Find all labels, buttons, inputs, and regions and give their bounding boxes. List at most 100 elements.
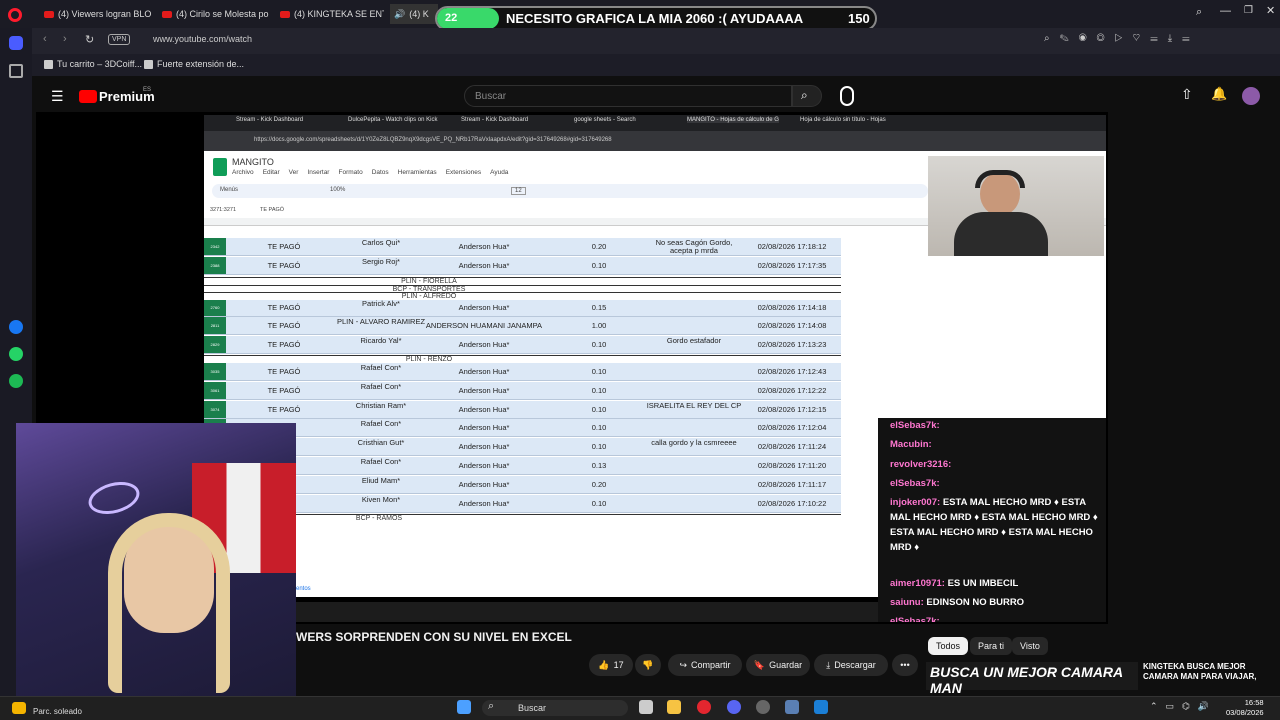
table-row[interactable]: 2811 TE PAGÓ PLIN - ALVARO RAMIREZ ANDERSON… (204, 317, 841, 335)
table-row[interactable]: 2388 TE PAGÓ Sergio Roj* Anderson Hua* 0.10 0… (204, 257, 841, 275)
upload-icon[interactable]: ⇧ (1181, 86, 1193, 103)
browser-tab[interactable]: (4) Viewers logran BLO (40, 4, 156, 24)
reload-icon[interactable]: ↻ (85, 33, 94, 46)
cell-note (644, 457, 744, 458)
table-row[interactable]: 2760 TE PAGÓ Patrick Alv* Anderson Hua* 0.15… (204, 299, 841, 317)
cell-status: TE PAGÓ (267, 367, 301, 376)
bookmark-item[interactable]: Tu carrito – 3DCoiff... (44, 59, 142, 69)
notifications-icon[interactable]: 🔔 (1211, 86, 1227, 102)
youtube-logo-icon[interactable] (79, 90, 97, 103)
separator-label: PLIN - FIORELLA (401, 278, 457, 285)
file-explorer-icon[interactable] (667, 700, 681, 714)
avatar[interactable] (1242, 87, 1260, 105)
chip-visto[interactable]: Visto (1012, 637, 1048, 655)
taskbar-search[interactable]: Buscar (482, 700, 628, 716)
tray-icons[interactable]: ⌃▭⌬🔊 (1150, 701, 1217, 712)
separator-row: BCP - TRANSPORTES (204, 285, 841, 293)
cell-name: Rafael Con* (360, 457, 402, 466)
star-icon[interactable] (9, 64, 23, 78)
cell-note: Gordo estafador (666, 336, 722, 345)
clock-date: 03/08/2026 (1226, 708, 1264, 717)
obs-icon[interactable] (756, 700, 770, 714)
more-button[interactable]: ••• (892, 654, 918, 676)
chat-username[interactable]: elSebas7k: (890, 420, 940, 431)
back-icon[interactable]: ‹ (43, 33, 47, 45)
chat-username[interactable]: injoker007: (890, 497, 940, 508)
table-row[interactable]: Rafael Con* Anderson Hua* 0.10 02/08/2026 1… (204, 419, 841, 437)
recommended-title[interactable]: KINGTEKA BUSCA MEJOR CAMARA MAN PARA VIA… (1143, 662, 1263, 682)
cell-amount: 0.13 (591, 461, 607, 470)
cell-name: Rafael Con* (360, 363, 402, 372)
chat-username[interactable]: aimer10971: (890, 578, 945, 589)
cell-payee: Anderson Hua* (458, 261, 510, 270)
cell-payee: ANDERSON HUAMANI JANAMPA (425, 321, 543, 330)
cell-name: Christian Ram* (355, 401, 407, 410)
cell-name: Eliud Mam* (361, 476, 401, 485)
table-row[interactable]: Rafael Con* Anderson Hua* 0.13 02/08/2026 1… (204, 457, 841, 475)
settings-icon[interactable] (785, 700, 799, 714)
table-row[interactable]: 2829 TE PAGÓ Ricardo Yal* Anderson Hua* 0.10… (204, 336, 841, 354)
url-field[interactable]: www.youtube.com/watch (153, 34, 252, 44)
inner-taskbar (296, 602, 878, 622)
home-icon[interactable] (9, 36, 23, 50)
vpn-badge[interactable]: VPN (108, 34, 131, 45)
cell-date: 02/08/2026 17:18:12 (757, 242, 827, 251)
opera-taskbar-icon[interactable] (697, 700, 711, 714)
download-label: Descargar (834, 660, 876, 670)
cell-name: Rafael Con* (360, 382, 402, 391)
cell-date: 02/08/2026 17:14:18 (757, 303, 827, 312)
table-row[interactable]: 3074 TE PAGÓ Christian Ram* Anderson Hua* 0.… (204, 401, 841, 419)
recommended-thumbnail[interactable]: BUSCA UN MEJOR CAMARA MAN (926, 662, 1138, 696)
cell-payee: Anderson Hua* (458, 480, 510, 489)
save-button[interactable]: 🔖 Guardar (746, 654, 810, 676)
cell-row-number: 2388 (204, 257, 226, 274)
browser-tab[interactable]: (4) KINGTEKA SE ENTERA (276, 4, 384, 24)
opera-logo-icon[interactable] (8, 8, 22, 22)
youtube-icon (280, 10, 290, 18)
chip-para-ti[interactable]: Para ti (970, 637, 1013, 655)
search-input[interactable]: Buscar (464, 85, 792, 107)
banner-count: 22 (437, 8, 499, 29)
table-row[interactable]: Eliud Mam* Anderson Hua* 0.20 02/08/2026 17… (204, 476, 841, 494)
task-view-icon[interactable] (639, 700, 653, 714)
table-row[interactable]: 3035 TE PAGÓ Rafael Con* Anderson Hua* 0.10 0… (204, 363, 841, 381)
browser-tab-active[interactable]: 🔊 (4) K (390, 4, 438, 24)
discord-icon[interactable] (727, 700, 741, 714)
chat-username[interactable]: Macubin: (890, 439, 932, 450)
app-icon[interactable] (814, 700, 828, 714)
chip-todos[interactable]: Todos (928, 637, 969, 655)
search-button[interactable]: ⌕ (792, 85, 822, 107)
like-button[interactable]: 👍 17 (589, 654, 633, 676)
spotify-icon[interactable] (9, 374, 23, 388)
table-row[interactable]: Cristhian Gut* Anderson Hua* 0.10 calla gor… (204, 438, 841, 456)
weather-text: Parc. soleado (33, 707, 82, 716)
minimize-icon[interactable]: — (1220, 5, 1231, 17)
dislike-button[interactable]: 👎 (635, 654, 661, 676)
cell-row-number: 2760 (204, 299, 226, 316)
microphone-icon[interactable] (840, 86, 854, 106)
bookmark-item[interactable]: Fuerte extensión de... (144, 59, 244, 69)
cell-note (644, 476, 744, 477)
forward-icon[interactable]: › (63, 33, 67, 45)
share-button[interactable]: ↪ Compartir (668, 654, 742, 676)
whatsapp-icon[interactable] (9, 347, 23, 361)
close-icon[interactable]: ✕ (1266, 4, 1275, 17)
menu-item: Herramientas (397, 169, 437, 176)
cell-note: calla gordo y la csmreeee (651, 438, 737, 447)
maximize-icon[interactable]: ❐ (1244, 5, 1253, 16)
chat-username[interactable]: saiunu: (890, 597, 924, 608)
chat-username[interactable]: revolver3216: (890, 459, 951, 470)
messenger-icon[interactable] (9, 320, 23, 334)
extension-icons[interactable]: ⌕✎◉◎▷♡☰⤓☰ (1044, 33, 1200, 44)
menu-icon[interactable]: ☰ (51, 88, 64, 105)
chat-username[interactable]: elSebas7k: (890, 478, 940, 489)
taskbar-clock[interactable]: 16:58 03/08/2026 (1226, 698, 1264, 718)
windows-start-icon[interactable] (457, 700, 471, 714)
table-row[interactable]: Kiven Mon* Anderson Hua* 0.10 02/08/2026 17… (204, 495, 841, 513)
table-row[interactable]: 2342 TE PAGÓ Carlos Qui* Anderson Hua* 0.20 N… (204, 238, 841, 256)
chat-username[interactable]: elSebas7k: (890, 616, 940, 622)
browser-tab[interactable]: (4) Cirilo se Molesta po (158, 4, 270, 24)
search-icon[interactable]: ⌕ (1196, 6, 1202, 19)
table-row[interactable]: 3061 TE PAGÓ Rafael Con* Anderson Hua* 0.10 0… (204, 382, 841, 400)
download-button[interactable]: ⤓ Descargar (814, 654, 888, 676)
